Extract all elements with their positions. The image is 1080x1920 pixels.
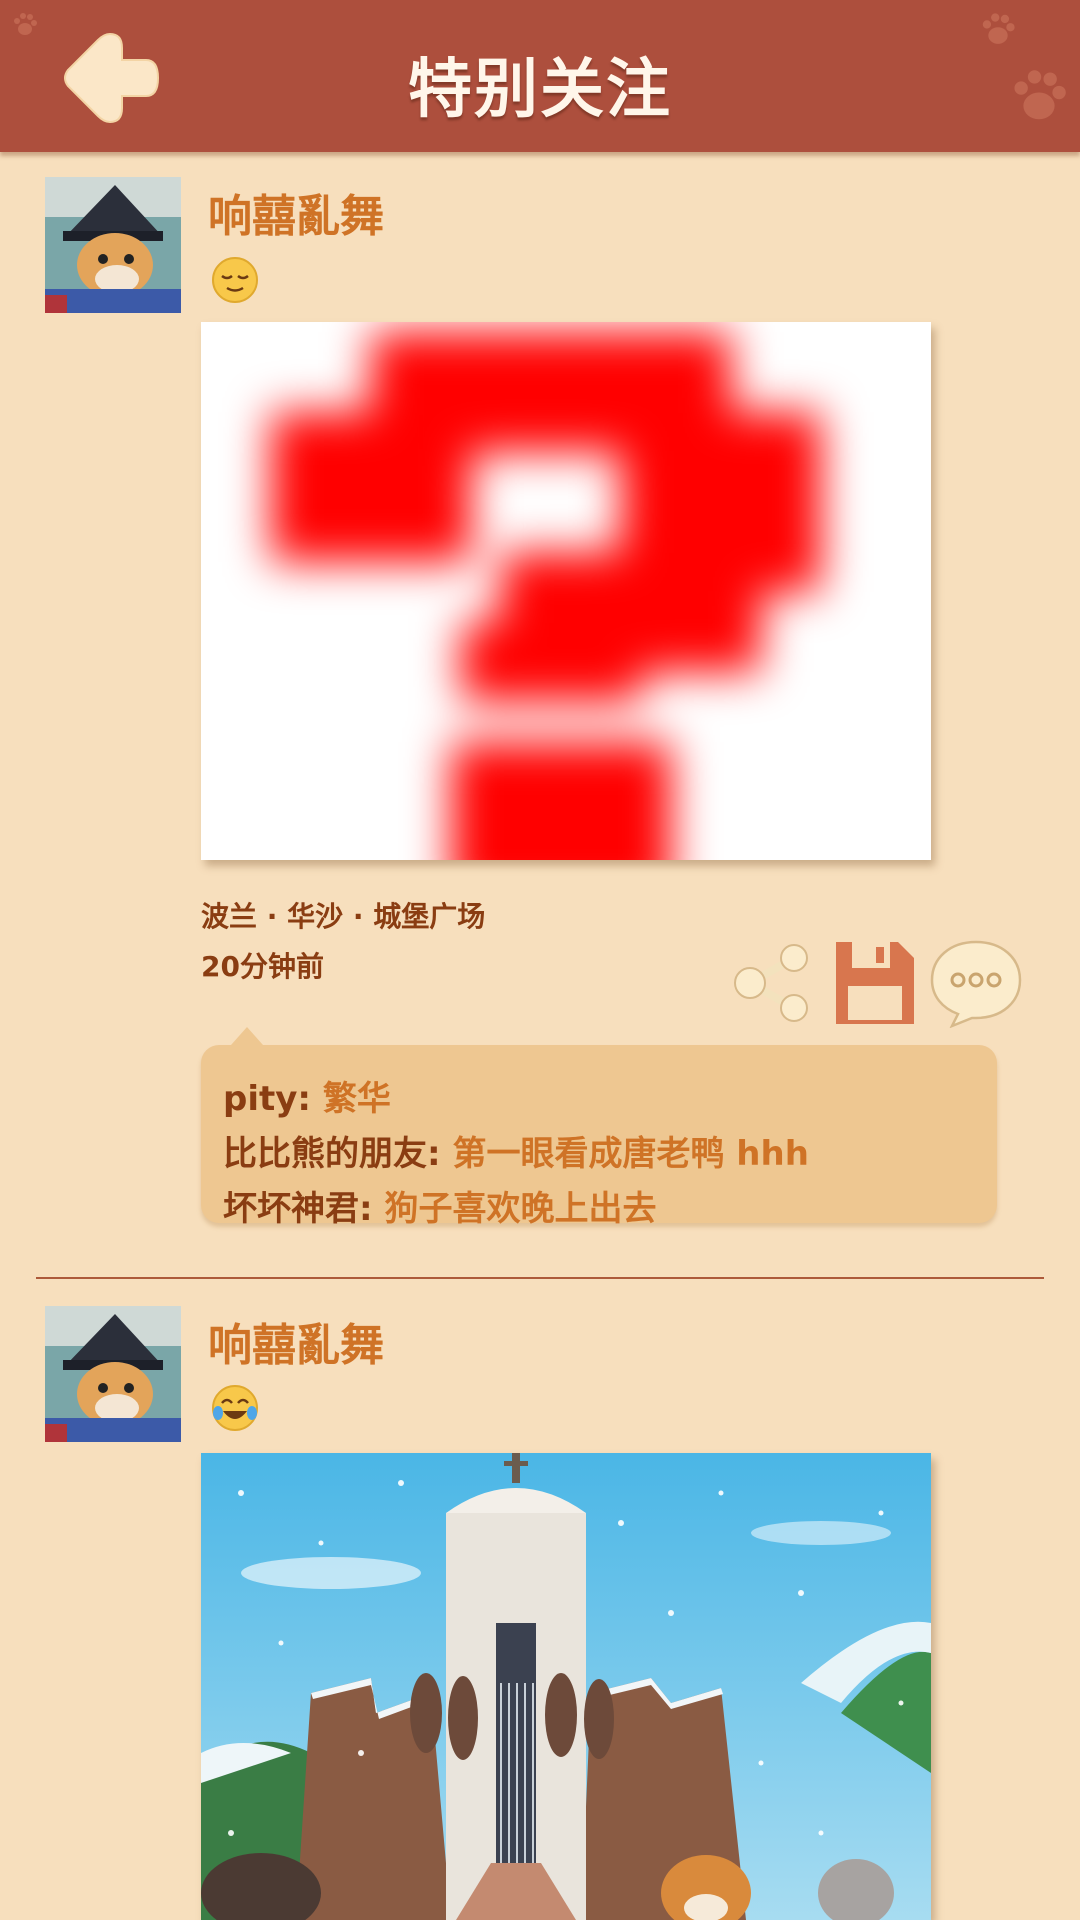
avatar[interactable] bbox=[45, 1306, 181, 1442]
comment[interactable]: pity: 繁华 bbox=[223, 1071, 391, 1120]
post-time: 20分钟前 bbox=[201, 950, 324, 983]
username[interactable]: 响囍亂舞 bbox=[208, 180, 384, 244]
paw-print-icon bbox=[14, 13, 37, 35]
save-icon[interactable] bbox=[828, 938, 918, 1028]
face-with-tears-of-joy-icon bbox=[212, 1385, 258, 1431]
comments-panel: pity: 繁华 比比熊的朋友: 第一眼看成唐老鸭 hhh 坏坏神君: 狗子喜欢… bbox=[201, 1027, 997, 1229]
comment-author[interactable]: 坏坏神君: bbox=[223, 1189, 373, 1229]
paw-print-icon bbox=[1014, 70, 1066, 120]
comment-text: 繁华 bbox=[322, 1079, 391, 1119]
comment-text: 第一眼看成唐老鸭 hhh bbox=[452, 1134, 809, 1174]
comment[interactable]: 比比熊的朋友: 第一眼看成唐老鸭 hhh bbox=[223, 1126, 809, 1175]
comment-text: 狗子喜欢晚上出去 bbox=[384, 1189, 657, 1229]
comment[interactable]: 坏坏神君: 狗子喜欢晚上出去 bbox=[223, 1181, 656, 1230]
post-photo[interactable] bbox=[201, 1453, 931, 1920]
page-title: 特别关注 bbox=[408, 53, 672, 127]
username[interactable]: 响囍亂舞 bbox=[208, 1309, 384, 1373]
avatar[interactable] bbox=[45, 177, 181, 313]
post-location: 波兰 · 华沙 · 城堡广场 bbox=[201, 900, 486, 933]
post-divider bbox=[36, 1277, 1044, 1279]
comment-bubble-icon[interactable] bbox=[928, 938, 1024, 1028]
post-photo[interactable] bbox=[201, 322, 931, 860]
top-bar: 特别关注 bbox=[0, 0, 1080, 152]
paw-print-icon bbox=[982, 13, 1015, 44]
comment-author[interactable]: pity: bbox=[223, 1079, 311, 1119]
share-icon[interactable] bbox=[728, 938, 818, 1028]
comment-author[interactable]: 比比熊的朋友: bbox=[223, 1134, 441, 1174]
comment-pointer bbox=[231, 1027, 263, 1045]
relieved-face-icon bbox=[212, 257, 258, 303]
